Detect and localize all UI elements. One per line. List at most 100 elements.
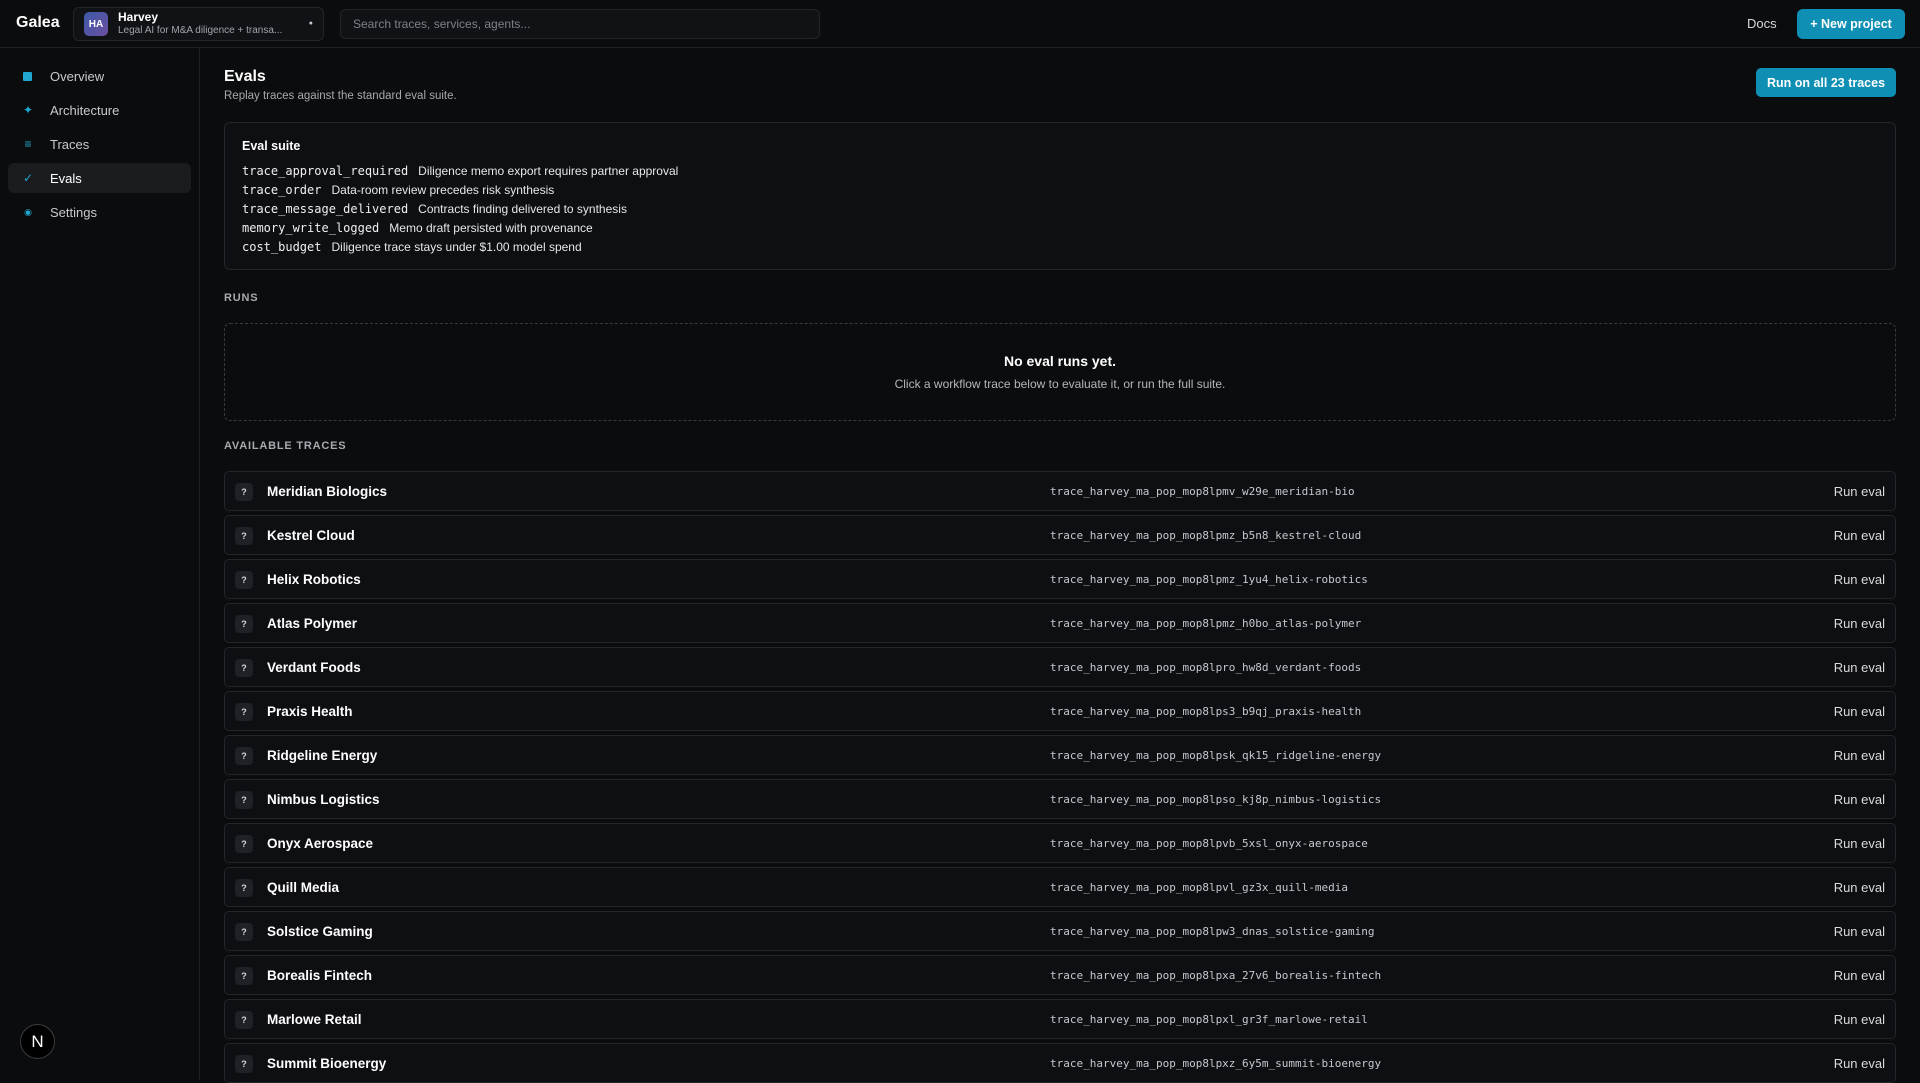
gear-icon: ◉ [24, 206, 32, 217]
trace-row[interactable]: ? Meridian Biologics trace_harvey_ma_pop… [224, 471, 1896, 511]
project-name: Harvey [118, 11, 159, 25]
run-eval-button[interactable]: Run eval [1834, 616, 1885, 631]
square-icon [23, 71, 32, 81]
run-eval-button[interactable]: Run eval [1834, 484, 1885, 499]
sidebar-item-evals[interactable]: ✓ Evals [8, 163, 191, 193]
run-eval-button[interactable]: Run eval [1834, 968, 1885, 983]
sidebar-item-overview[interactable]: Overview [8, 61, 191, 91]
run-eval-button[interactable]: Run eval [1834, 1012, 1885, 1027]
status-unknown-badge: ? [235, 483, 253, 501]
trace-id: trace_harvey_ma_pop_mop8lpro_hw8d_verdan… [1050, 661, 1362, 674]
trace-id: trace_harvey_ma_pop_mop8lpso_kj8p_nimbus… [1050, 793, 1382, 806]
status-unknown-badge: ? [235, 659, 253, 677]
brand-logo[interactable]: Galea [16, 14, 60, 32]
trace-id: trace_harvey_ma_pop_mop8lpvl_gz3x_quill-… [1050, 881, 1349, 894]
run-eval-button[interactable]: Run eval [1834, 704, 1885, 719]
sidebar-item-label: Architecture [50, 102, 120, 118]
eval-check-desc: Diligence trace stays under $1.00 model … [331, 239, 582, 254]
sidebar-item-label: Evals [50, 170, 82, 186]
trace-name: Helix Robotics [267, 572, 361, 587]
trace-id: trace_harvey_ma_pop_mop8lpvb_5xsl_onyx-a… [1050, 837, 1368, 850]
trace-row[interactable]: ? Solstice Gaming trace_harvey_ma_pop_mo… [224, 911, 1896, 951]
runs-section-label: RUNS [224, 292, 259, 304]
trace-name: Nimbus Logistics [267, 792, 380, 807]
eval-check: memory_write_logged Memo draft persisted… [242, 218, 1878, 237]
n-logo-badge[interactable]: N [20, 1024, 55, 1059]
status-unknown-badge: ? [235, 879, 253, 897]
trace-id: trace_harvey_ma_pop_mop8lpmv_w29e_meridi… [1050, 485, 1355, 498]
run-all-button[interactable]: Run on all 23 traces [1756, 68, 1896, 97]
trace-row[interactable]: ? Onyx Aerospace trace_harvey_ma_pop_mop… [224, 823, 1896, 863]
sidebar-item-label: Settings [50, 204, 97, 220]
run-eval-button[interactable]: Run eval [1834, 880, 1885, 895]
docs-link[interactable]: Docs [1747, 16, 1777, 31]
trace-id: trace_harvey_ma_pop_mop8lpmz_b5n8_kestre… [1050, 529, 1362, 542]
eval-check-desc: Data-room review precedes risk synthesis [331, 182, 555, 197]
eval-check-desc: Diligence memo export requires partner a… [418, 163, 679, 178]
run-eval-button[interactable]: Run eval [1834, 660, 1885, 675]
list-icon: ≡ [24, 137, 32, 151]
trace-row[interactable]: ? Atlas Polymer trace_harvey_ma_pop_mop8… [224, 603, 1896, 643]
trace-row[interactable]: ? Verdant Foods trace_harvey_ma_pop_mop8… [224, 647, 1896, 687]
trace-name: Meridian Biologics [267, 484, 388, 499]
run-eval-button[interactable]: Run eval [1834, 1056, 1885, 1071]
traces-section-label: AVAILABLE TRACES [224, 440, 347, 452]
eval-check: trace_approval_required Diligence memo e… [242, 161, 1878, 180]
run-eval-button[interactable]: Run eval [1834, 836, 1885, 851]
trace-row[interactable]: ? Summit Bioenergy trace_harvey_ma_pop_m… [224, 1043, 1896, 1083]
eval-suite-title: Eval suite [242, 139, 301, 153]
status-unknown-badge: ? [235, 615, 253, 633]
trace-id: trace_harvey_ma_pop_mop8lpw3_dnas_solsti… [1050, 925, 1375, 938]
project-switcher[interactable]: HA Harvey Legal AI for M&A diligence + t… [73, 7, 324, 41]
project-description: Legal AI for M&A diligence + transa... [118, 25, 283, 37]
trace-id: trace_harvey_ma_pop_mop8lpmz_1yu4_helix-… [1050, 573, 1368, 586]
trace-id: trace_harvey_ma_pop_mop8lps3_b9qj_praxis… [1050, 705, 1362, 718]
trace-row[interactable]: ? Kestrel Cloud trace_harvey_ma_pop_mop8… [224, 515, 1896, 555]
eval-check-desc: Memo draft persisted with provenance [389, 220, 593, 235]
trace-name: Solstice Gaming [267, 924, 373, 939]
status-unknown-badge: ? [235, 791, 253, 809]
sidebar: Overview ✦ Architecture ≡ Traces ✓ Evals… [0, 48, 200, 1080]
eval-check: trace_message_delivered Contracts findin… [242, 199, 1878, 218]
trace-row[interactable]: ? Quill Media trace_harvey_ma_pop_mop8lp… [224, 867, 1896, 907]
eval-check-key: cost_budget [242, 239, 322, 254]
caret-down-icon: ● [308, 20, 313, 27]
status-unknown-badge: ? [235, 527, 253, 545]
trace-name: Summit Bioenergy [267, 1056, 387, 1071]
search-input[interactable] [340, 9, 820, 39]
sidebar-item-architecture[interactable]: ✦ Architecture [8, 95, 191, 125]
trace-row[interactable]: ? Nimbus Logistics trace_harvey_ma_pop_m… [224, 779, 1896, 819]
run-eval-button[interactable]: Run eval [1834, 528, 1885, 543]
eval-check-key: trace_order [242, 182, 322, 197]
run-eval-button[interactable]: Run eval [1834, 572, 1885, 587]
status-unknown-badge: ? [235, 747, 253, 765]
trace-name: Praxis Health [267, 704, 353, 719]
trace-id: trace_harvey_ma_pop_mop8lpsk_qk15_ridgel… [1050, 749, 1382, 762]
trace-id: trace_harvey_ma_pop_mop8lpxz_6y5m_summit… [1050, 1057, 1382, 1070]
empty-state-title: No eval runs yet. [1003, 353, 1117, 369]
project-info: Harvey Legal AI for M&A diligence + tran… [118, 11, 303, 36]
page-subtitle: Replay traces against the standard eval … [224, 90, 457, 102]
trace-name: Verdant Foods [267, 660, 361, 675]
empty-state-subtitle: Click a workflow trace below to evaluate… [894, 377, 1226, 391]
sidebar-item-settings[interactable]: ◉ Settings [8, 197, 191, 227]
top-bar: Galea HA Harvey Legal AI for M&A diligen… [0, 0, 1920, 48]
page-title: Evals [224, 68, 266, 85]
runs-empty-state: No eval runs yet. Click a workflow trace… [224, 323, 1896, 421]
trace-id: trace_harvey_ma_pop_mop8lpmz_h0bo_atlas-… [1050, 617, 1362, 630]
trace-name: Kestrel Cloud [267, 528, 355, 543]
sidebar-item-traces[interactable]: ≡ Traces [8, 129, 191, 159]
trace-name: Quill Media [267, 880, 340, 895]
new-project-button[interactable]: + New project [1797, 9, 1905, 39]
trace-row[interactable]: ? Borealis Fintech trace_harvey_ma_pop_m… [224, 955, 1896, 995]
sparkle-icon: ✦ [22, 103, 34, 117]
trace-row[interactable]: ? Marlowe Retail trace_harvey_ma_pop_mop… [224, 999, 1896, 1039]
run-eval-button[interactable]: Run eval [1834, 792, 1885, 807]
trace-row[interactable]: ? Helix Robotics trace_harvey_ma_pop_mop… [224, 559, 1896, 599]
status-unknown-badge: ? [235, 1011, 253, 1029]
trace-row[interactable]: ? Ridgeline Energy trace_harvey_ma_pop_m… [224, 735, 1896, 775]
eval-check: trace_order Data-room review precedes ri… [242, 180, 1878, 199]
trace-row[interactable]: ? Praxis Health trace_harvey_ma_pop_mop8… [224, 691, 1896, 731]
run-eval-button[interactable]: Run eval [1834, 924, 1885, 939]
run-eval-button[interactable]: Run eval [1834, 748, 1885, 763]
